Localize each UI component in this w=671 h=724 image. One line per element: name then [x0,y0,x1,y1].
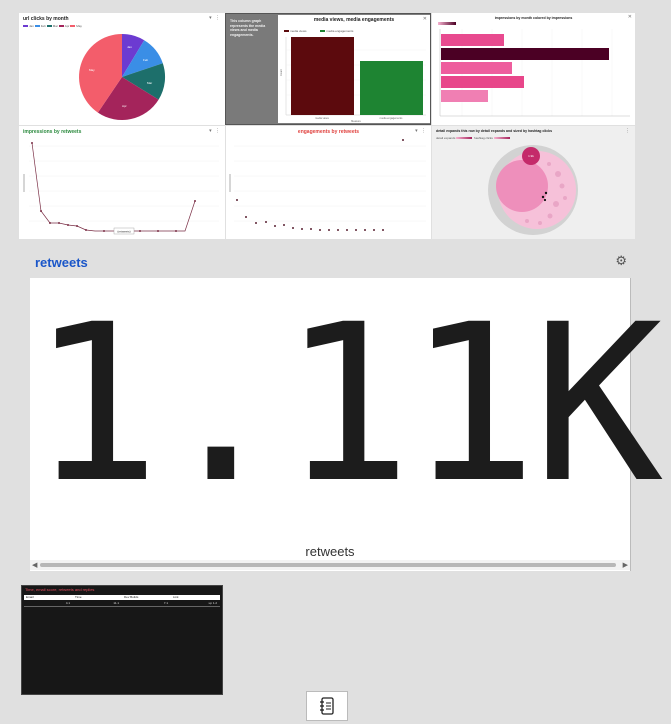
column-header[interactable]: Link [171,595,220,600]
main-bubble [496,160,548,212]
pie-label-may: May [89,68,95,72]
y-axis-label: Count [280,69,283,76]
bar-media-views [291,37,354,115]
table-cell: 4.1 [65,601,70,605]
bubble-tile: detail expands this row by detail expand… [432,126,635,239]
x-tick-media-views: media views [315,117,330,120]
x-axis-label: Measure [351,120,361,123]
column-header[interactable]: Time [73,595,122,600]
tooltip-text: (retweets) [117,230,130,234]
table-cell: 7.1 [163,601,168,605]
engagements-scatter-chart [229,139,426,231]
table-cell: 11.1 [113,601,119,605]
pie-label-mar: Mar [147,81,152,85]
media-tile: This column graph represents the media v… [225,13,431,125]
bar-month-1 [441,34,504,46]
column-header[interactable]: Dev Builds [122,595,171,600]
column-header[interactable]: Email [24,595,73,600]
x-tick-media-engagements: media engagements [380,117,403,120]
url-clicks-tile: url clicks by month ▾ ⋮ Jan Feb Mar Apr … [19,13,225,125]
chart-panel: media views, media engagements ✕ media v… [278,15,430,123]
pie-label-apr: Apr [122,104,127,108]
retweets-kpi-tile: retweets ⚙ 1.11K retweets ◀ ▶ [30,251,663,571]
bar-month-3 [441,62,512,74]
impressions-series-points [31,142,196,232]
bar-month-5 [441,90,488,102]
pie-chart: Jan Feb Mar Apr May [79,34,166,121]
scroll-right-icon[interactable]: ▶ [623,561,628,569]
scroll-left-icon[interactable]: ◀ [32,561,37,569]
pie-label-feb: Feb [143,58,149,62]
impressions-month-tile: impressions by month colored by impressi… [432,13,635,125]
impressions-bar-chart [439,29,630,117]
kpi-label: retweets [305,544,355,559]
bar-month-2 [441,48,609,60]
kpi-value: 1.11K [30,279,663,531]
horizontal-scrollbar[interactable]: ◀ ▶ [30,560,630,570]
impressions-series-line [31,142,196,232]
engagements-points [236,139,404,231]
table-tile: Time, email score, retweets and replies … [21,585,223,695]
table-cell: up 1.2 [208,601,217,605]
top-bubble-label: 1.9k [528,154,534,158]
engagements-retweets-tile: engagements by retweets ▾ ⋮ [226,126,431,239]
info-panel: This column graph represents the media v… [226,14,278,124]
table-title: Time, email score, retweets and replies [25,587,95,592]
kpi-title: retweets [35,255,88,270]
bar-month-4 [441,76,524,88]
bubble-chart: 1.9k [488,145,578,235]
table-header: Email Time Dev Builds Link [24,595,220,600]
kpi-panel: 1.11K retweets ◀ ▶ [30,278,663,571]
notebook-button[interactable] [306,691,348,721]
scrollbar-thumb[interactable] [40,563,616,567]
impressions-line-chart: (retweets) [23,142,219,235]
info-text: This column graph represents the media v… [230,19,266,37]
impressions-retweets-tile: impressions by retweets ▾ ⋮ (retweets) [19,126,225,239]
bar-media-engagements [360,61,423,115]
notebook-icon [320,697,334,715]
table-row: 4.1 11.1 7.1 up 1.2 [24,601,220,607]
pie-label-jan: Jan [127,45,132,49]
gear-icon[interactable]: ⚙ [615,253,627,269]
media-bar-chart: media views media engagements Measure Co… [280,37,426,123]
